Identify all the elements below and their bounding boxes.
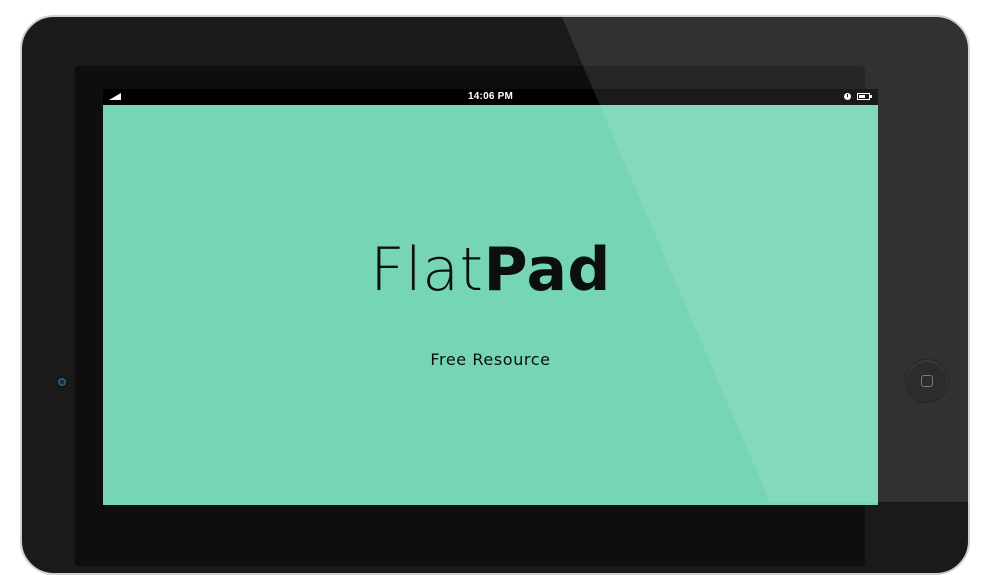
logo-light-text: Flat (370, 235, 484, 305)
clock-icon (844, 93, 851, 100)
app-screen: FlatPad Free Resource (103, 105, 878, 505)
status-bar: 14:06 PM (103, 89, 878, 105)
status-time: 14:06 PM (468, 91, 513, 102)
app-logo: FlatPad (103, 235, 878, 305)
home-square-icon (921, 375, 933, 387)
battery-icon (857, 93, 872, 100)
front-camera-icon (58, 378, 66, 386)
logo-bold-text: Pad (483, 235, 611, 305)
app-subtitle: Free Resource (430, 350, 551, 369)
home-button[interactable] (906, 360, 948, 402)
